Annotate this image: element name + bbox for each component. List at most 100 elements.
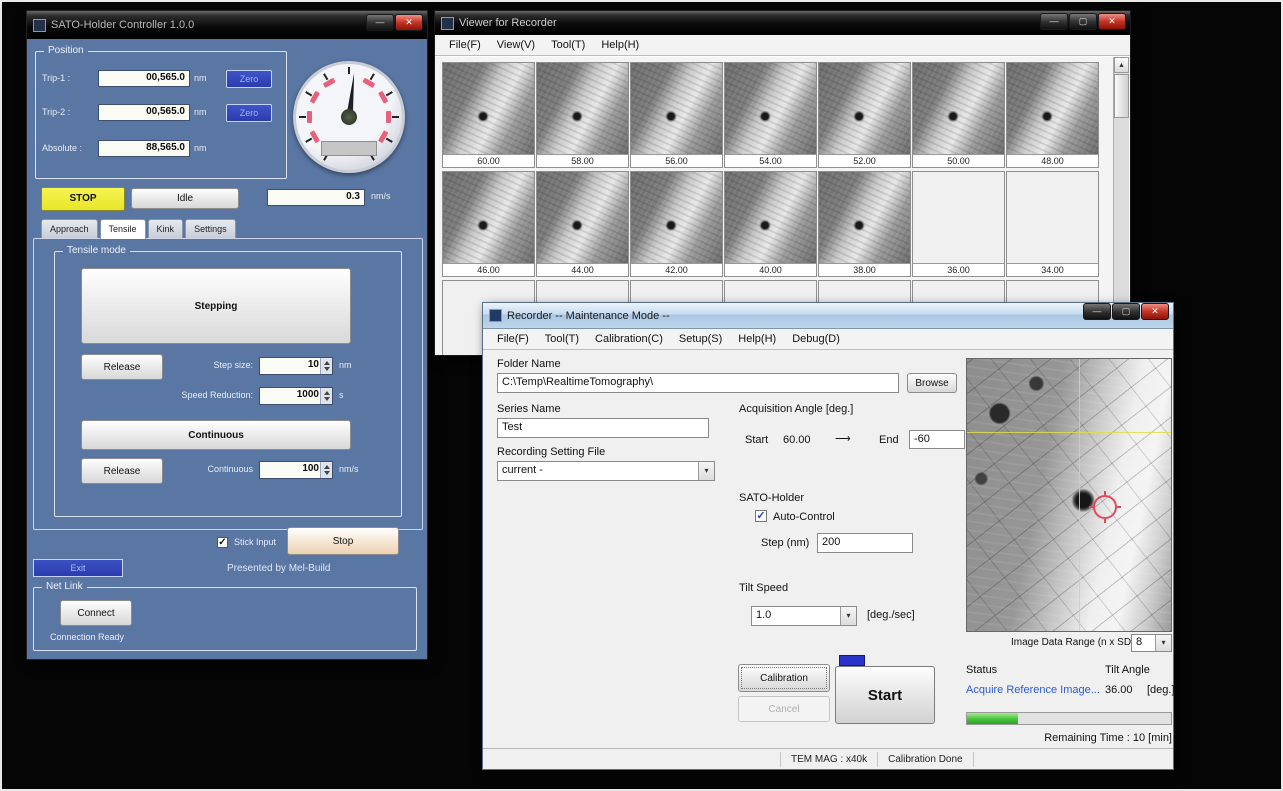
idle-button[interactable]: Idle: [131, 188, 239, 209]
step-size-spinner[interactable]: [320, 358, 332, 374]
holder-step-field[interactable]: 200: [817, 533, 913, 553]
thumbnail-angle-label: 60.00: [443, 154, 534, 167]
trip2-label: Trip-2 :: [42, 107, 70, 117]
thumbnail-cell[interactable]: 42.00: [630, 171, 723, 277]
speed-reduction-spinner[interactable]: [320, 388, 332, 404]
thumbnail-cell[interactable]: 44.00: [536, 171, 629, 277]
recorder-menu-debug[interactable]: Debug(D): [784, 331, 848, 347]
auto-control-checkbox[interactable]: ✓: [755, 510, 767, 522]
viewer-minimize-button[interactable]: —: [1040, 13, 1068, 30]
continuous-rate-field[interactable]: 100: [259, 461, 333, 479]
trip2-unit: nm: [194, 107, 207, 117]
tem-thumbnail-image: [819, 63, 910, 155]
series-name-label: Series Name: [497, 403, 561, 415]
acquisition-angle-label: Acquisition Angle [deg.]: [739, 403, 853, 415]
series-name-field[interactable]: Test: [497, 418, 709, 438]
dropdown-arrow-icon[interactable]: ▾: [698, 462, 714, 480]
tilt-angle-value: 36.00: [1105, 684, 1133, 696]
thumbnail-angle-label: 46.00: [443, 263, 534, 276]
statusbar-calibration: Calibration Done: [878, 752, 974, 767]
tab-kink[interactable]: Kink: [148, 219, 184, 239]
start-button[interactable]: Start: [835, 666, 935, 724]
thumbnail-cell[interactable]: 38.00: [818, 171, 911, 277]
thumbnail-cell[interactable]: 50.00: [912, 62, 1005, 168]
step-size-unit: nm: [339, 360, 352, 370]
sato-titlebar[interactable]: SATO-Holder Controller 1.0.0 — ✕: [27, 11, 427, 39]
gauge-tick-label: [310, 130, 320, 143]
recorder-maximize-button[interactable]: ▢: [1112, 303, 1140, 320]
tensile-mode-label: Tensile mode: [63, 245, 130, 256]
dropdown-arrow-icon[interactable]: ▾: [840, 607, 856, 625]
stop-button[interactable]: STOP: [41, 187, 125, 211]
speed-reduction-field[interactable]: 1000: [259, 387, 333, 405]
tilt-speed-combo[interactable]: 1.0 ▾: [751, 606, 857, 626]
thumbnail-cell[interactable]: 48.00: [1006, 62, 1099, 168]
gauge-tick: [392, 116, 399, 118]
thumbnail-cell[interactable]: 56.00: [630, 62, 723, 168]
recorder-titlebar[interactable]: Recorder -- Maintenance Mode -- — ▢ ✕: [483, 303, 1173, 329]
recorder-close-button[interactable]: ✕: [1141, 303, 1169, 320]
end-angle-field[interactable]: -60: [909, 430, 965, 449]
trip1-zero-button[interactable]: Zero: [226, 70, 272, 88]
step-size-field[interactable]: 10: [259, 357, 333, 375]
release-step-button[interactable]: Release: [81, 354, 163, 380]
thumbnail-cell[interactable]: 52.00: [818, 62, 911, 168]
thumbnail-cell[interactable]: 36.00: [912, 171, 1005, 277]
exit-button[interactable]: Exit: [33, 559, 123, 577]
scroll-up-button[interactable]: ▲: [1114, 57, 1129, 73]
viewer-app-icon: [441, 17, 454, 30]
scrollbar-thumb[interactable]: [1114, 74, 1129, 118]
viewer-maximize-button[interactable]: ▢: [1069, 13, 1097, 30]
tem-preview-image[interactable]: [966, 358, 1172, 632]
calibration-button[interactable]: Calibration: [738, 664, 830, 692]
trip2-zero-button[interactable]: Zero: [226, 104, 272, 122]
cancel-button[interactable]: Cancel: [738, 696, 830, 722]
dropdown-arrow-icon[interactable]: ▾: [1155, 635, 1171, 651]
recording-setting-combo[interactable]: current - ▾: [497, 461, 715, 481]
viewer-menu-view[interactable]: View(V): [489, 37, 543, 53]
viewer-titlebar[interactable]: Viewer for Recorder — ▢ ✕: [435, 11, 1130, 35]
stepping-button[interactable]: Stepping: [81, 268, 351, 344]
connect-button[interactable]: Connect: [60, 600, 132, 626]
thumbnail-cell[interactable]: 54.00: [724, 62, 817, 168]
recorder-menu-help[interactable]: Help(H): [730, 331, 784, 347]
thumbnail-cell[interactable]: 34.00: [1006, 171, 1099, 277]
thumbnail-cell[interactable]: 46.00: [442, 171, 535, 277]
image-data-range-combo[interactable]: 8 ▾: [1131, 634, 1172, 652]
start-angle-value: 60.00: [783, 434, 811, 446]
viewer-close-button[interactable]: ✕: [1098, 13, 1126, 30]
tab-approach[interactable]: Approach: [41, 219, 98, 239]
viewer-menu-tool[interactable]: Tool(T): [543, 37, 593, 53]
recorder-statusbar: TEM MAG : x40k Calibration Done: [483, 748, 1173, 769]
release-continuous-button[interactable]: Release: [81, 458, 163, 484]
browse-button[interactable]: Browse: [907, 373, 957, 393]
tem-thumbnail-image: [631, 63, 722, 155]
sato-app-icon: [33, 19, 46, 32]
recorder-menu-tool[interactable]: Tool(T): [537, 331, 587, 347]
thumbnail-angle-label: 56.00: [631, 154, 722, 167]
sato-close-button[interactable]: ✕: [395, 14, 423, 31]
position-group: Position Trip-1 : 00,565.0 nm Zero Trip-…: [35, 51, 287, 179]
recorder-menu-calibration[interactable]: Calibration(C): [587, 331, 671, 347]
tab-tensile[interactable]: Tensile: [100, 219, 146, 239]
trip1-unit: nm: [194, 73, 207, 83]
viewer-menu-file[interactable]: File(F): [441, 37, 489, 53]
continuous-rate-spinner[interactable]: [320, 462, 332, 478]
recorder-minimize-button[interactable]: —: [1083, 303, 1111, 320]
continuous-button[interactable]: Continuous: [81, 420, 351, 450]
folder-name-field[interactable]: C:\Temp\RealtimeTomography\: [497, 373, 899, 393]
viewer-menu-help[interactable]: Help(H): [593, 37, 647, 53]
stick-input-checkbox[interactable]: ✓: [217, 537, 228, 548]
step-size-value: 10: [260, 359, 319, 370]
thumbnail-cell[interactable]: 60.00: [442, 62, 535, 168]
stop2-button[interactable]: Stop: [287, 527, 399, 555]
recorder-menu-setup[interactable]: Setup(S): [671, 331, 730, 347]
thumbnail-cell[interactable]: 40.00: [724, 171, 817, 277]
tab-settings[interactable]: Settings: [185, 219, 236, 239]
sato-minimize-button[interactable]: —: [366, 14, 394, 31]
desktop: SATO-Holder Controller 1.0.0 — ✕ Positio…: [0, 0, 1283, 791]
remaining-time-label: Remaining Time : 10 [min]: [966, 732, 1172, 744]
recorder-menu-file[interactable]: File(F): [489, 331, 537, 347]
gauge-hub: [341, 109, 357, 125]
thumbnail-cell[interactable]: 58.00: [536, 62, 629, 168]
